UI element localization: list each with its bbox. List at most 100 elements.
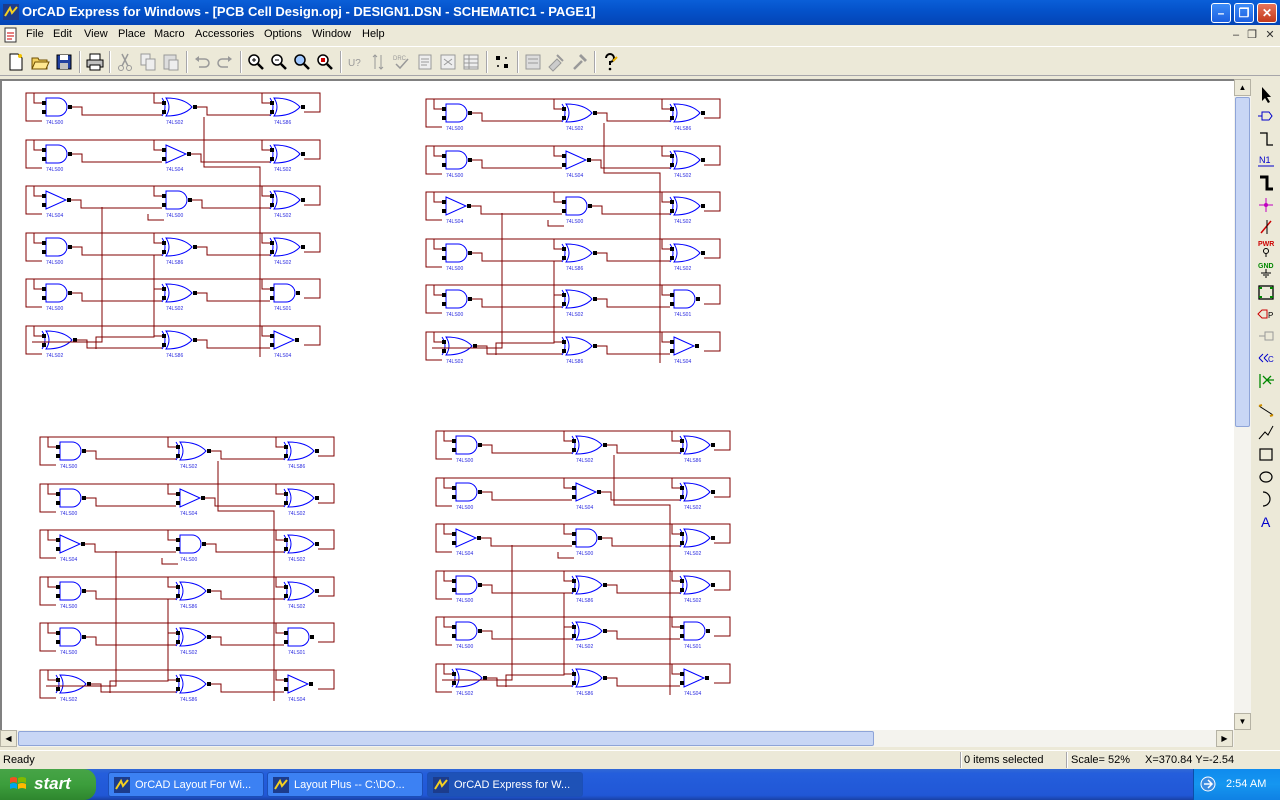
hammer-icon[interactable] (568, 51, 590, 73)
select-tool-icon[interactable] (1255, 84, 1277, 105)
menu-view[interactable]: View (84, 28, 108, 40)
part-label: 74LS86 (576, 598, 593, 604)
wire (47, 530, 56, 541)
close-button[interactable]: ✕ (1257, 3, 1277, 23)
paste-icon[interactable] (160, 51, 182, 73)
print-icon[interactable] (84, 51, 106, 73)
minimize-button[interactable]: – (1211, 3, 1231, 23)
place-line-icon[interactable] (1255, 400, 1277, 421)
bill-of-materials-icon[interactable] (460, 51, 482, 73)
horizontal-scrollbar[interactable]: ◀ ▶ (0, 730, 1234, 747)
menu-edit[interactable]: Edit (53, 28, 72, 40)
maximize-button[interactable]: ❐ (1234, 3, 1254, 23)
task-layout-plus[interactable]: Layout Plus -- C:\DO... (267, 772, 423, 797)
place-junction-icon[interactable] (1255, 194, 1277, 215)
wire (435, 673, 452, 693)
vertical-scroll-thumb[interactable] (1235, 97, 1250, 427)
redo-icon[interactable] (214, 51, 236, 73)
new-icon[interactable] (5, 51, 27, 73)
zoom-all-icon[interactable] (314, 51, 336, 73)
scroll-up-button[interactable]: ▲ (1234, 79, 1251, 96)
zoom-area-icon[interactable] (291, 51, 313, 73)
place-bus-entry-icon[interactable] (1255, 216, 1277, 237)
xor-gate: 74LS02 (283, 581, 319, 610)
back-annotate-icon[interactable] (368, 51, 390, 73)
open-icon[interactable] (29, 51, 51, 73)
annotate-icon[interactable]: U? (345, 51, 367, 73)
zoom-in-icon[interactable] (245, 51, 267, 73)
zoom-out-icon[interactable] (268, 51, 290, 73)
menu-macro[interactable]: Macro (154, 28, 185, 40)
undo-icon[interactable] (191, 51, 213, 73)
menu-window[interactable]: Window (312, 28, 351, 40)
place-wire-icon[interactable] (1255, 128, 1277, 149)
menu-file[interactable]: File (26, 28, 44, 40)
task-orcad-express[interactable]: OrCAD Express for W... (427, 772, 583, 797)
project-manager-icon[interactable] (522, 51, 544, 73)
schematic-canvas[interactable]: 74LS00 74LS02 74LS86 74LS00 74LS04 74LS02 74LS… (0, 79, 1234, 730)
scroll-right-button[interactable]: ▶ (1216, 730, 1233, 747)
place-pin-icon[interactable] (1255, 326, 1277, 347)
and-gate: 74LS00 (56, 581, 86, 610)
scroll-down-button[interactable]: ▼ (1234, 713, 1251, 730)
cross-reference-icon[interactable] (437, 51, 459, 73)
place-part-icon[interactable] (1255, 106, 1277, 127)
place-power-icon[interactable]: PWR (1255, 238, 1277, 259)
scroll-left-button[interactable]: ◀ (0, 730, 17, 747)
pin (162, 296, 166, 300)
pin (42, 334, 46, 338)
network-tray-icon[interactable] (1200, 776, 1216, 792)
mdi-restore-icon[interactable]: ❐ (1245, 29, 1259, 41)
part-label: 74LS02 (684, 551, 701, 557)
pin (42, 110, 46, 114)
drc-icon[interactable]: DRC (391, 51, 413, 73)
create-netlist-icon[interactable] (414, 51, 436, 73)
xor-gate: 74LS02 (175, 441, 211, 470)
document-icon[interactable] (4, 27, 18, 43)
place-port-icon[interactable]: P (1255, 304, 1277, 325)
menu-help[interactable]: Help (362, 28, 385, 40)
place-text-icon[interactable]: A (1255, 510, 1277, 531)
part-label: 74LS00 (166, 213, 183, 219)
mdi-minimize-icon[interactable]: – (1229, 29, 1243, 41)
schematic-drawing[interactable]: 74LS00 74LS02 74LS86 74LS00 74LS04 74LS02 74LS… (2, 81, 1234, 730)
xor-gate: 74LS02 (283, 488, 319, 517)
wire (91, 683, 176, 693)
cut-icon[interactable] (114, 51, 136, 73)
place-no-connect-icon[interactable] (1255, 370, 1277, 391)
layout-plus-icon (273, 777, 289, 793)
help-icon[interactable] (599, 51, 621, 73)
wire (197, 339, 270, 349)
place-bus-icon[interactable] (1255, 172, 1277, 193)
menu-place[interactable]: Place (118, 28, 146, 40)
place-off-page-connector-icon[interactable]: C (1255, 348, 1277, 369)
pin (315, 449, 319, 453)
wire (25, 102, 42, 122)
title-bar[interactable]: OrCAD Express for Windows - [PCB Cell De… (0, 0, 1280, 25)
part-editor-icon[interactable] (545, 51, 567, 73)
task-orcad-layout[interactable]: OrCAD Layout For Wi... (108, 772, 264, 797)
menu-accessories[interactable]: Accessories (195, 28, 254, 40)
copy-icon[interactable] (137, 51, 159, 73)
part-label: 74LS02 (576, 458, 593, 464)
mdi-close-icon[interactable]: ✕ (1263, 29, 1277, 41)
windows-logo-icon (10, 777, 26, 789)
place-arc-icon[interactable] (1255, 488, 1277, 509)
place-polyline-icon[interactable] (1255, 422, 1277, 443)
menu-options[interactable]: Options (264, 28, 302, 40)
task-label: OrCAD Layout For Wi... (135, 779, 252, 791)
save-icon[interactable] (53, 51, 75, 73)
horizontal-scroll-thumb[interactable] (18, 731, 874, 746)
pin (284, 631, 288, 635)
snap-to-grid-icon[interactable] (491, 51, 513, 73)
place-net-alias-icon[interactable]: N1 (1255, 150, 1277, 171)
pin (562, 340, 566, 344)
start-button[interactable]: start (0, 769, 96, 800)
place-ellipse-icon[interactable] (1255, 466, 1277, 487)
wire (661, 285, 670, 296)
place-hierarchical-block-icon[interactable] (1255, 282, 1277, 303)
part-label: 74LS00 (46, 167, 63, 173)
place-ground-icon[interactable]: GND (1255, 260, 1277, 281)
place-rectangle-icon[interactable] (1255, 444, 1277, 465)
vertical-scrollbar[interactable]: ▲ ▼ (1234, 79, 1251, 730)
